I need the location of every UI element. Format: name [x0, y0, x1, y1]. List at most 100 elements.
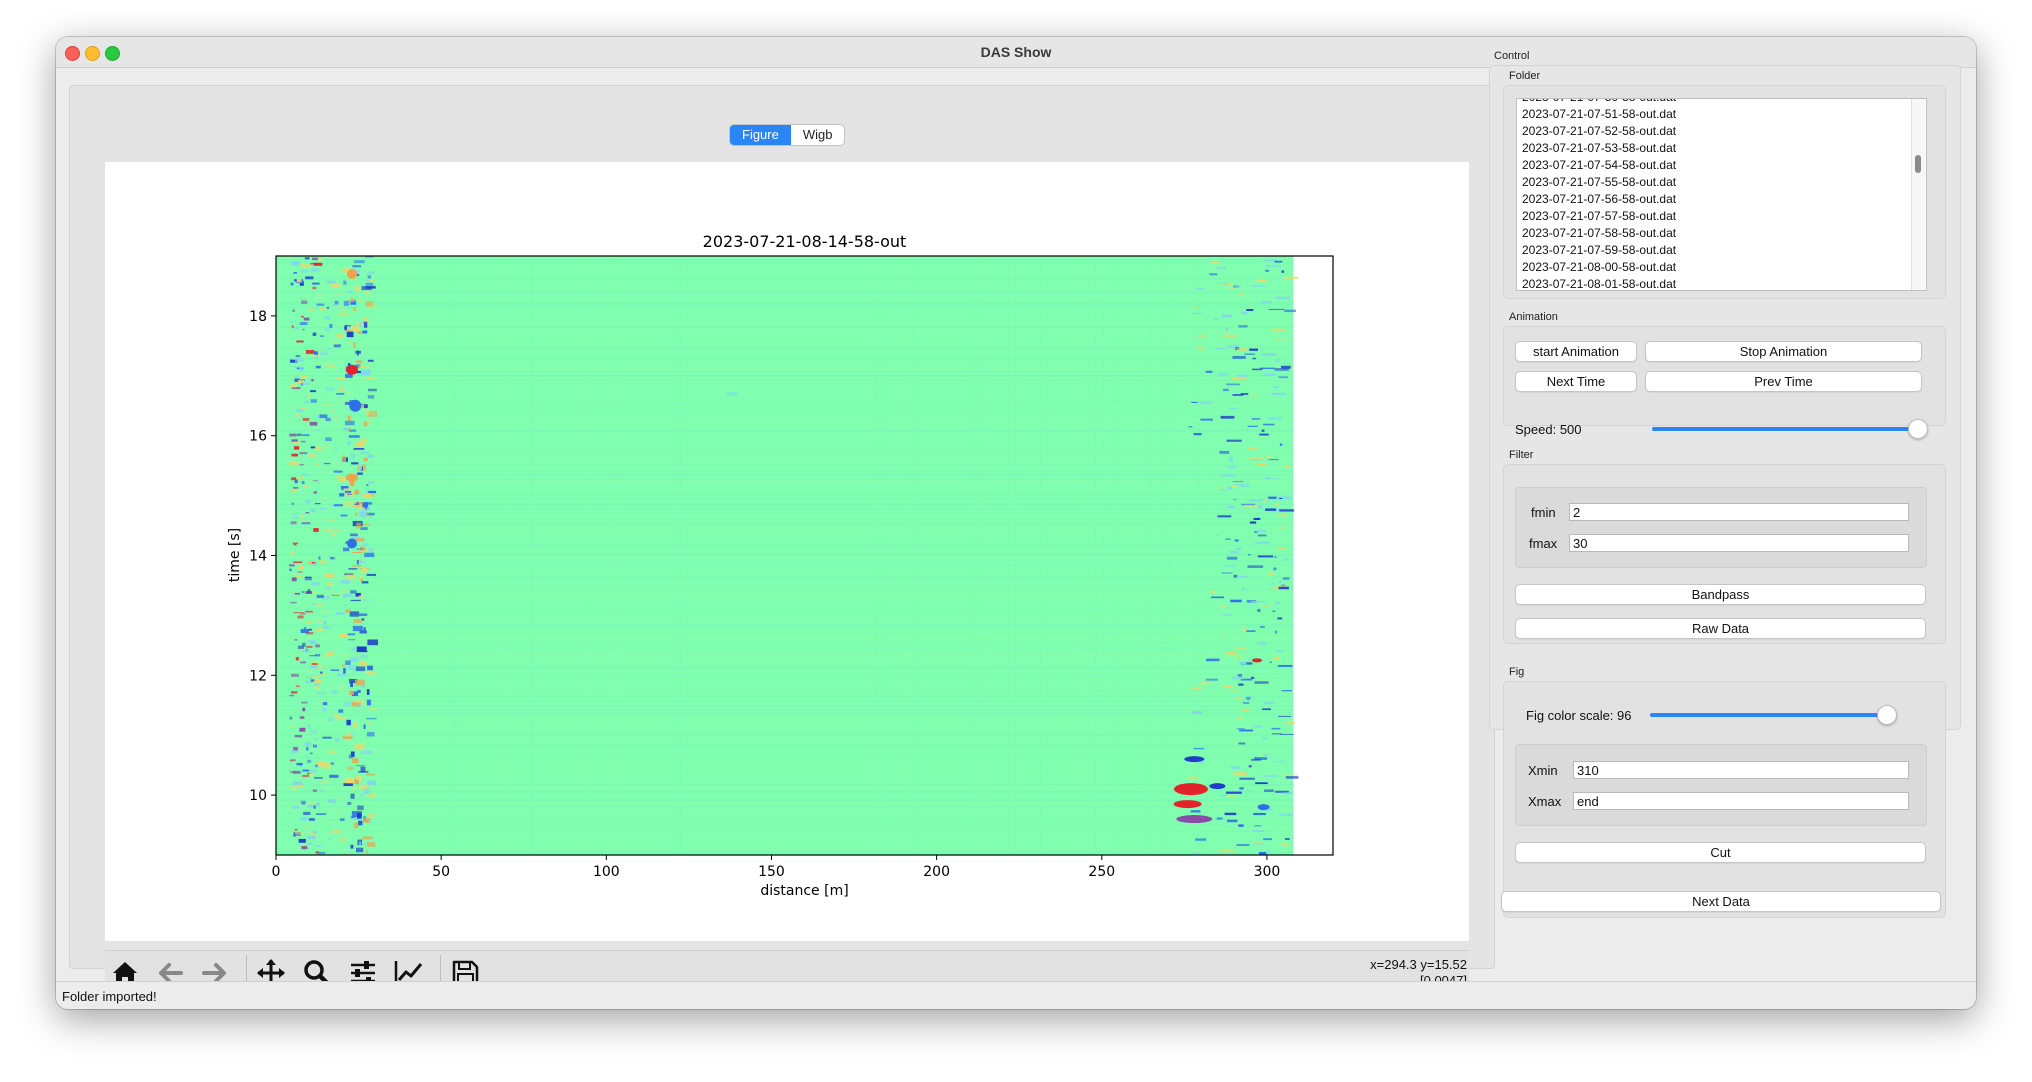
heatmap-cell: [1252, 357, 1256, 360]
heatmap-cell: [342, 736, 353, 739]
speed-slider-knob[interactable]: [1908, 419, 1928, 439]
heatmap-texture: [980, 256, 982, 855]
heatmap-cell: [1274, 260, 1283, 263]
file-list-item[interactable]: 2023-07-21-07-57-58-out.dat: [1517, 208, 1926, 225]
file-list-item[interactable]: 2023-07-21-07-51-58-out.dat: [1517, 106, 1926, 123]
heatmap-cell: [1282, 256, 1286, 258]
heatmap-cell: [332, 532, 336, 537]
heatmap-cell: [302, 264, 311, 268]
heatmap-cell: [318, 258, 323, 261]
file-list-item[interactable]: 2023-07-21-07-52-58-out.dat: [1517, 123, 1926, 140]
heatmap-cell: [298, 366, 305, 371]
file-list-item[interactable]: 2023-07-21-08-00-58-out.dat: [1517, 259, 1926, 276]
heatmap-cell: [368, 813, 376, 818]
heatmap-cell: [348, 568, 358, 570]
heatmap-texture: [276, 778, 1294, 780]
file-list-item[interactable]: 2023-07-21-08-01-58-out.dat: [1517, 276, 1926, 290]
heatmap-cell: [1231, 377, 1247, 380]
heatmap-cell: [322, 702, 328, 706]
next-data-button[interactable]: Next Data: [1501, 891, 1941, 912]
file-list-item[interactable]: 2023-07-21-07-56-58-out.dat: [1517, 191, 1926, 208]
heatmap-cell: [1225, 791, 1242, 794]
color-scale-label: Fig color scale: 96: [1526, 708, 1632, 723]
xmax-field[interactable]: end: [1573, 792, 1909, 810]
heatmap-cell: [1229, 459, 1234, 462]
heatmap-cell: [291, 593, 300, 595]
file-list-item[interactable]: 2023-07-21-07-55-58-out.dat: [1517, 174, 1926, 191]
heatmap-cell: [363, 843, 366, 846]
raw-data-button[interactable]: Raw Data: [1515, 618, 1926, 639]
heatmap-cell: [1238, 742, 1246, 745]
heatmap-cell: [1253, 841, 1263, 844]
stop-animation-button[interactable]: Stop Animation: [1645, 341, 1922, 362]
heatmap-texture: [276, 734, 1294, 736]
heatmap-cell: [300, 269, 309, 273]
heatmap-cell: [1257, 642, 1267, 645]
plot-canvas[interactable]: 0 50 100 150 200 250 300 10 12 14 16 18 2023-07-21-…: [105, 162, 1469, 941]
heatmap-texture: [276, 721, 1294, 723]
file-list-item[interactable]: 2023-07-21-07-53-58-out.dat: [1517, 140, 1926, 157]
heatmap-cell: [367, 780, 376, 786]
scrollbar-thumb[interactable]: [1915, 155, 1921, 173]
heatmap-cell: [1268, 496, 1277, 499]
tab-figure[interactable]: Figure: [730, 125, 791, 145]
prev-time-button[interactable]: Prev Time: [1645, 371, 1922, 392]
heatmap-cell: [318, 556, 321, 560]
heatmap-cell: [367, 271, 375, 275]
heatmap-texture: [276, 852, 1294, 854]
heatmap-cell: [319, 351, 329, 356]
bandpass-button[interactable]: Bandpass: [1515, 584, 1926, 605]
heatmap-cell: [305, 512, 310, 514]
heatmap-cell: [327, 582, 333, 586]
heatmap-cell: [368, 490, 377, 494]
heatmap-cell: [353, 722, 357, 729]
file-list-item[interactable]: 2023-07-21-07-58-58-out.dat: [1517, 225, 1926, 242]
heatmap-cell: [362, 330, 368, 334]
tab-wigb[interactable]: Wigb: [791, 125, 845, 145]
heatmap-cell: [1263, 789, 1274, 792]
file-list-item[interactable]: 2023-07-21-07-59-58-out.dat: [1517, 242, 1926, 259]
heatmap-cell: [308, 818, 315, 821]
heatmap-cell: [310, 769, 318, 773]
heatmap-texture: [276, 607, 1294, 609]
heatmap-cell: [1274, 555, 1277, 559]
heatmap-cell: [300, 407, 306, 410]
heatmap-texture: [276, 654, 1294, 656]
heatmap-cell: [1282, 577, 1290, 580]
heatmap-texture: [276, 705, 1294, 707]
heatmap-cell: [1279, 813, 1294, 816]
file-list-item[interactable]: 2023-07-21-07-54-58-out.dat: [1517, 157, 1926, 174]
heatmap-cell: [336, 376, 346, 380]
heatmap-cell: [316, 303, 325, 306]
speed-slider-track[interactable]: [1652, 427, 1917, 431]
heatmap-cell: [291, 439, 298, 442]
heatmap-cell: [294, 573, 297, 575]
fmin-field[interactable]: 2: [1569, 503, 1909, 521]
heatmap-texture: [531, 256, 533, 855]
heatmap-cell: [299, 727, 306, 732]
fmax-field[interactable]: 30: [1569, 534, 1909, 552]
heatmap-texture: [1149, 256, 1151, 855]
heatmap-cell: [318, 560, 326, 563]
heatmap-cell: [310, 508, 316, 512]
heatmap-cell: [1278, 586, 1289, 590]
start-animation-button[interactable]: start Animation: [1515, 341, 1637, 362]
file-list-scrollbar[interactable]: [1911, 99, 1925, 290]
xmin-label: Xmin: [1528, 763, 1558, 778]
heatmap-cell: [289, 564, 295, 567]
heatmap-cell: [1216, 347, 1226, 350]
cut-button[interactable]: Cut: [1515, 842, 1926, 863]
heatmap-cell: [307, 393, 310, 398]
heatmap-cell: [361, 836, 373, 840]
heatmap-cell: [1205, 658, 1220, 662]
heatmap-cell: [367, 454, 374, 458]
heatmap-cell: [344, 500, 353, 507]
xmin-field[interactable]: 310: [1573, 761, 1909, 779]
heatmap-texture: [276, 618, 1294, 620]
next-time-button[interactable]: Next Time: [1515, 371, 1637, 392]
heatmap-texture: [276, 558, 1294, 560]
heatmap-cell: [346, 392, 349, 394]
file-list-item[interactable]: 2023-07-21-07-50-58-out.dat: [1517, 99, 1926, 106]
color-scale-slider-track[interactable]: [1650, 713, 1896, 717]
file-list[interactable]: 2023-07-21-07-50-58-out.dat2023-07-21-07…: [1516, 98, 1927, 291]
